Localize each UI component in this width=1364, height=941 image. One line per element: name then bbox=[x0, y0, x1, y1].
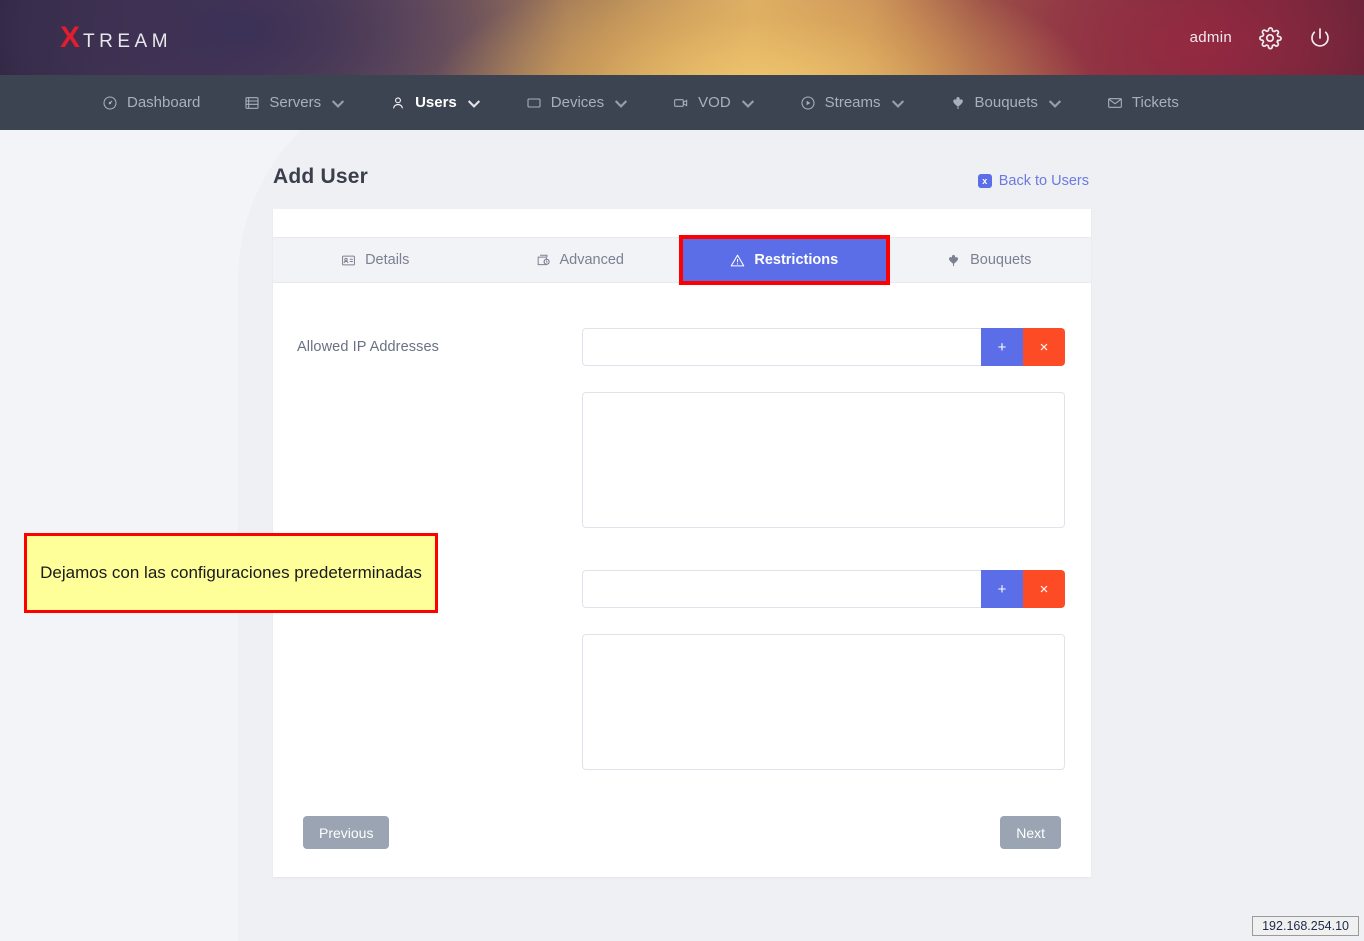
tab-label: Restrictions bbox=[754, 252, 839, 268]
add-allowed-user-agent-button[interactable]: + bbox=[981, 570, 1023, 608]
nav-item-vod[interactable]: VOD bbox=[651, 75, 778, 130]
clear-allowed-user-agent-button[interactable]: × bbox=[1023, 570, 1065, 608]
annotation-text: Dejamos con las configuraciones predeter… bbox=[40, 562, 422, 582]
allowed-ip-label: Allowed IP Addresses bbox=[297, 339, 439, 355]
tab-advanced[interactable]: Advanced bbox=[478, 238, 683, 282]
allowed-ip-input[interactable] bbox=[582, 328, 981, 366]
nav-label: Streams bbox=[824, 94, 881, 111]
nav-item-streams[interactable]: Streams bbox=[778, 75, 928, 130]
allowed-user-agents-list-textarea[interactable] bbox=[582, 634, 1065, 770]
add-allowed-ip-button[interactable]: + bbox=[981, 328, 1023, 366]
tab-details[interactable]: Details bbox=[273, 238, 478, 282]
nav-label: Tickets bbox=[1131, 94, 1179, 111]
nav-item-bouquets[interactable]: Bouquets bbox=[928, 75, 1085, 130]
id-card-icon bbox=[342, 255, 356, 265]
next-button[interactable]: Next bbox=[1000, 816, 1061, 849]
chevron-down-icon bbox=[741, 99, 754, 108]
page-header: Add User x Back to Users bbox=[273, 165, 1091, 189]
bouquet-icon bbox=[949, 254, 959, 266]
nav-label: VOD bbox=[698, 94, 731, 111]
allowed-ip-input-group: + × bbox=[582, 328, 1065, 366]
app-header: X TREAM admin bbox=[0, 0, 1364, 75]
clear-allowed-ip-button[interactable]: × bbox=[1023, 328, 1065, 366]
back-to-users-label: Back to Users bbox=[998, 173, 1089, 189]
nav-item-users[interactable]: Users bbox=[368, 75, 504, 142]
wizard-tabs: Details Advanced Restrictions Bouquets bbox=[273, 235, 1092, 285]
main-navigation: Dashboard Servers Users Devices VOD Stre… bbox=[0, 75, 1364, 142]
back-badge-icon: x bbox=[977, 174, 992, 188]
power-icon[interactable] bbox=[1308, 26, 1332, 50]
user-icon bbox=[393, 96, 403, 108]
page-body: Add User x Back to Users Details Advance… bbox=[0, 130, 1364, 941]
nav-label: Servers bbox=[269, 94, 322, 111]
tab-restrictions[interactable]: Restrictions bbox=[679, 235, 890, 285]
allowed-user-agents-list-row bbox=[297, 634, 1065, 770]
annotation-callout: Dejamos con las configuraciones predeter… bbox=[24, 533, 438, 613]
mail-icon bbox=[1108, 97, 1122, 108]
current-user-label[interactable]: admin bbox=[1190, 29, 1232, 46]
gear-icon[interactable] bbox=[1258, 26, 1282, 50]
tab-label: Details bbox=[365, 252, 410, 268]
card-top-strip bbox=[273, 209, 1091, 237]
chevron-down-icon bbox=[467, 99, 480, 108]
chevron-down-icon bbox=[1048, 99, 1061, 108]
nav-item-dashboard[interactable]: Dashboard bbox=[80, 75, 222, 130]
nav-label: Bouquets bbox=[974, 94, 1038, 111]
allowed-ip-row: Allowed IP Addresses + × bbox=[297, 328, 1065, 366]
chevron-down-icon bbox=[331, 99, 345, 108]
allowed-user-agents-input-group: + × bbox=[582, 570, 1065, 608]
tab-bouquets[interactable]: Bouquets bbox=[887, 238, 1092, 282]
dashboard-icon bbox=[103, 95, 117, 110]
settings-icon bbox=[537, 254, 550, 265]
page-title: Add User bbox=[273, 165, 368, 188]
servers-icon bbox=[245, 96, 259, 109]
previous-button[interactable]: Previous bbox=[303, 816, 390, 849]
nav-item-devices[interactable]: Devices bbox=[504, 75, 651, 130]
play-icon bbox=[801, 95, 815, 110]
allowed-ip-list-row bbox=[297, 392, 1065, 528]
tab-label: Bouquets bbox=[970, 252, 1032, 268]
device-icon bbox=[527, 97, 541, 108]
nav-item-servers[interactable]: Servers bbox=[222, 75, 368, 130]
logo-x-mark: X bbox=[60, 20, 81, 54]
app-logo[interactable]: X TREAM bbox=[60, 20, 173, 54]
nav-item-tickets[interactable]: Tickets bbox=[1085, 75, 1201, 130]
video-icon bbox=[674, 98, 688, 107]
warning-icon bbox=[731, 254, 745, 266]
nav-label: Devices bbox=[550, 94, 605, 111]
chevron-down-icon bbox=[891, 99, 904, 108]
allowed-user-agents-input[interactable] bbox=[582, 570, 981, 608]
bouquet-icon bbox=[952, 96, 963, 109]
tab-label: Advanced bbox=[559, 252, 625, 268]
ip-address-badge: 192.168.254.10 bbox=[1252, 916, 1359, 936]
chevron-down-icon bbox=[615, 99, 628, 108]
nav-label: Dashboard bbox=[127, 94, 201, 111]
nav-label: Users bbox=[415, 94, 457, 111]
wizard-actions: Previous Next bbox=[297, 816, 1065, 849]
logo-text: TREAM bbox=[83, 30, 173, 52]
allowed-ip-list-textarea[interactable] bbox=[582, 392, 1065, 528]
back-to-users-link[interactable]: x Back to Users bbox=[977, 173, 1089, 189]
